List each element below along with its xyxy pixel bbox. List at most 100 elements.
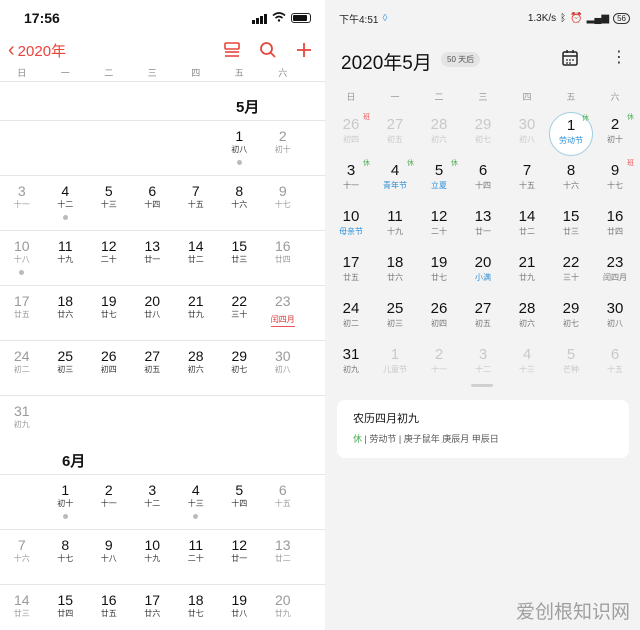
day-cell[interactable]: 11 十九 xyxy=(44,238,88,266)
day-detail-card[interactable]: 农历四月初九 休 | 劳动节 | 庚子鼠年 庚辰月 甲辰日 xyxy=(337,400,629,458)
day-cell[interactable]: 7 十六 xyxy=(0,537,44,565)
more-icon[interactable]: ⋮ xyxy=(611,50,627,66)
day-cell[interactable]: 10 十八 xyxy=(0,238,44,275)
day-cell[interactable]: 4 青年节休 xyxy=(373,158,417,202)
day-cell[interactable]: 30 初八 xyxy=(593,296,637,340)
day-cell[interactable]: 7 十五 xyxy=(505,158,549,202)
day-cell[interactable]: 24 初二 xyxy=(329,296,373,340)
day-cell[interactable]: 10 母亲节 xyxy=(329,204,373,248)
day-cell[interactable]: 24 初二 xyxy=(0,348,44,376)
day-cell[interactable]: 15 廿四 xyxy=(44,592,88,620)
day-cell[interactable]: 14 廿三 xyxy=(0,592,44,620)
day-cell[interactable]: 19 廿八 xyxy=(218,592,262,620)
day-cell[interactable]: 17 廿五 xyxy=(0,293,44,321)
day-cell[interactable]: 31 初九 xyxy=(0,403,44,431)
day-cell[interactable]: 23 闰四月 xyxy=(593,250,637,294)
day-cell[interactable]: 6 十四 xyxy=(461,158,505,202)
day-cell[interactable]: 15 廿三 xyxy=(549,204,593,248)
day-cell[interactable]: 2 初十 xyxy=(261,128,305,156)
day-cell[interactable]: 5 芒种 xyxy=(549,342,593,386)
day-cell[interactable]: 16 廿四 xyxy=(261,238,305,266)
day-cell[interactable]: 1 劳动节休 xyxy=(549,112,593,156)
day-cell[interactable]: 30 初八 xyxy=(505,112,549,156)
day-cell[interactable]: 5 十三 xyxy=(87,183,131,211)
day-cell[interactable]: 3 十二 xyxy=(461,342,505,386)
day-cell[interactable]: 8 十六 xyxy=(218,183,262,211)
day-cell[interactable]: 13 廿一 xyxy=(461,204,505,248)
add-icon[interactable] xyxy=(295,41,313,59)
day-cell[interactable]: 10 十九 xyxy=(131,537,175,565)
day-cell[interactable]: 7 十五 xyxy=(174,183,218,211)
day-cell[interactable]: 17 廿五 xyxy=(329,250,373,294)
day-cell[interactable]: 8 十六 xyxy=(549,158,593,202)
day-cell[interactable]: 23 闰四月 xyxy=(261,293,305,327)
day-cell[interactable]: 1 初十 xyxy=(44,482,88,519)
day-cell[interactable]: 12 二十 xyxy=(417,204,461,248)
day-cell[interactable]: 11 二十 xyxy=(174,537,218,565)
day-cell[interactable]: 2 十一 xyxy=(417,342,461,386)
day-cell[interactable]: 15 廿三 xyxy=(218,238,262,266)
day-cell[interactable]: 29 初七 xyxy=(218,348,262,376)
day-cell[interactable]: 20 廿九 xyxy=(261,592,305,620)
day-cell[interactable]: 22 三十 xyxy=(549,250,593,294)
day-cell[interactable]: 11 十九 xyxy=(373,204,417,248)
day-cell[interactable]: 22 三十 xyxy=(218,293,262,321)
day-cell[interactable]: 30 初八 xyxy=(261,348,305,376)
day-cell[interactable]: 19 廿七 xyxy=(417,250,461,294)
day-cell[interactable]: 3 十二 xyxy=(131,482,175,510)
day-cell[interactable]: 27 初五 xyxy=(461,296,505,340)
day-cell[interactable]: 25 初三 xyxy=(44,348,88,376)
day-cell[interactable]: 31 初九 xyxy=(329,342,373,386)
day-cell[interactable]: 12 廿一 xyxy=(218,537,262,565)
day-cell[interactable]: 20 廿八 xyxy=(131,293,175,321)
day-cell[interactable]: 13 廿一 xyxy=(131,238,175,266)
day-cell[interactable]: 20 小满 xyxy=(461,250,505,294)
day-cell[interactable]: 27 初五 xyxy=(373,112,417,156)
day-cell[interactable]: 26 初四班 xyxy=(329,112,373,156)
day-cell[interactable]: 29 初七 xyxy=(549,296,593,340)
day-cell[interactable]: 2 初十休 xyxy=(593,112,637,156)
day-cell[interactable]: 21 廿九 xyxy=(174,293,218,321)
day-cell[interactable]: 26 初四 xyxy=(417,296,461,340)
day-cell[interactable]: 9 十七班 xyxy=(593,158,637,202)
page-title[interactable]: 2020年5月 xyxy=(341,48,432,75)
day-cell[interactable]: 5 十四 xyxy=(218,482,262,510)
day-cell[interactable]: 6 十五 xyxy=(261,482,305,510)
day-cell[interactable]: 19 廿七 xyxy=(87,293,131,321)
day-cell[interactable]: 2 十一 xyxy=(87,482,131,510)
day-cell[interactable]: 18 廿六 xyxy=(373,250,417,294)
day-cell[interactable]: 18 廿六 xyxy=(44,293,88,321)
day-cell[interactable]: 16 廿四 xyxy=(593,204,637,248)
day-cell[interactable]: 13 廿二 xyxy=(261,537,305,565)
calendar-icon[interactable] xyxy=(561,49,579,72)
day-cell[interactable]: 1 儿童节 xyxy=(373,342,417,386)
day-cell[interactable]: 27 初五 xyxy=(131,348,175,376)
back-button[interactable]: ‹ 2020年 xyxy=(8,40,66,61)
day-cell[interactable]: 12 二十 xyxy=(87,238,131,266)
day-cell[interactable]: 9 十八 xyxy=(87,537,131,565)
day-cell[interactable]: 29 初七 xyxy=(461,112,505,156)
day-cell[interactable]: 4 十二 xyxy=(44,183,88,220)
day-cell[interactable]: 3 十一休 xyxy=(329,158,373,202)
day-cell[interactable]: 25 初三 xyxy=(373,296,417,340)
day-cell[interactable]: 28 初六 xyxy=(174,348,218,376)
day-cell[interactable]: 28 初六 xyxy=(505,296,549,340)
search-icon[interactable] xyxy=(259,41,277,59)
day-cell[interactable]: 14 廿二 xyxy=(505,204,549,248)
day-cell[interactable]: 14 廿二 xyxy=(174,238,218,266)
day-cell[interactable]: 6 十四 xyxy=(131,183,175,211)
day-cell[interactable]: 3 十一 xyxy=(0,183,44,211)
drag-handle[interactable] xyxy=(471,384,493,387)
day-cell[interactable]: 8 十七 xyxy=(44,537,88,565)
day-cell[interactable]: 4 十三 xyxy=(174,482,218,519)
day-cell[interactable]: 1 初八 xyxy=(218,128,262,165)
day-cell[interactable]: 4 十三 xyxy=(505,342,549,386)
day-cell[interactable]: 5 立夏休 xyxy=(417,158,461,202)
day-cell[interactable]: 9 十七 xyxy=(261,183,305,211)
day-cell[interactable]: 21 廿九 xyxy=(505,250,549,294)
day-cell[interactable]: 16 廿五 xyxy=(87,592,131,620)
day-cell[interactable]: 17 廿六 xyxy=(131,592,175,620)
day-cell[interactable]: 28 初六 xyxy=(417,112,461,156)
list-view-icon[interactable] xyxy=(223,41,241,59)
day-cell[interactable]: 6 十五 xyxy=(593,342,637,386)
